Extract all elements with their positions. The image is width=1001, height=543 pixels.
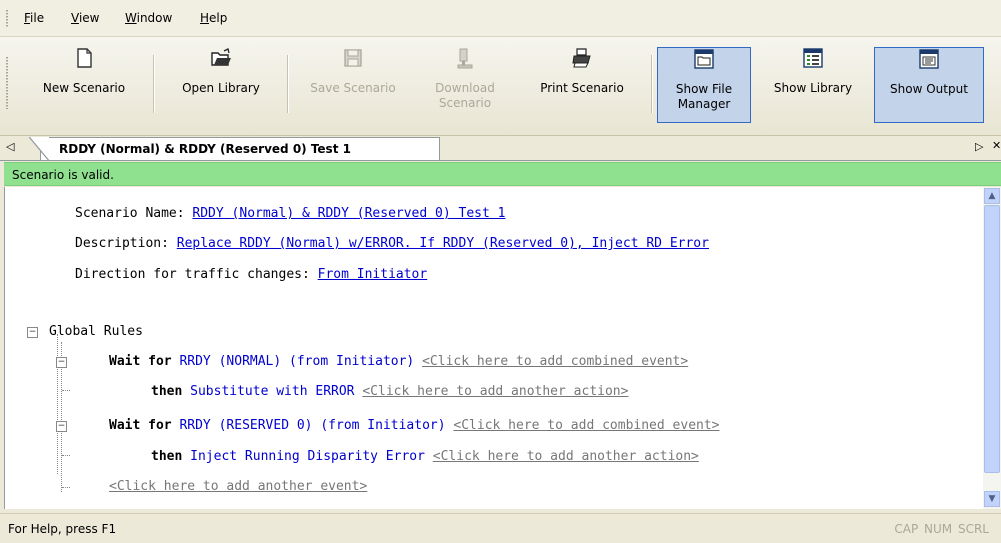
printer-icon — [571, 47, 593, 69]
save-scenario-button[interactable]: Save Scenario — [292, 47, 414, 123]
new-scenario-button[interactable]: New Scenario — [22, 47, 146, 123]
tab-strip: ◁ RDDY (Normal) & RDDY (Reserved 0) Test… — [0, 136, 1001, 161]
description-link[interactable]: Replace RDDY (Normal) w/ERROR. If RDDY (… — [177, 236, 709, 251]
global-rules-heading: Global Rules — [49, 324, 143, 339]
menu-window[interactable]: Window — [125, 11, 172, 25]
print-scenario-label: Print Scenario — [540, 81, 624, 95]
status-bar: For Help, press F1 CAP NUM SCRL — [0, 513, 1001, 543]
rule2-add-combined-event[interactable]: <Click here to add combined event> — [453, 418, 719, 433]
toolbar-separator — [651, 55, 653, 113]
new-document-icon — [73, 47, 95, 69]
save-disk-icon — [342, 47, 364, 69]
status-help-text: For Help, press F1 — [8, 522, 117, 536]
open-library-label: Open Library — [182, 81, 260, 95]
menu-help-label: elp — [209, 11, 228, 25]
open-library-button[interactable]: Open Library — [160, 47, 282, 123]
scenario-editor: Scenario Name: RDDY (Normal) & RDDY (Res… — [4, 187, 984, 509]
menu-help-hotkey: H — [200, 11, 210, 25]
menu-file-label: ile — [30, 11, 45, 25]
output-window-icon — [918, 48, 940, 70]
show-output-label: Show Output — [890, 82, 968, 96]
tab-scenario-title: RDDY (Normal) & RDDY (Reserved 0) Test 1 — [59, 142, 351, 156]
rule2-wait-for: Wait for — [109, 418, 172, 433]
scenario-name-line: Scenario Name: RDDY (Normal) & RDDY (Res… — [75, 206, 505, 221]
menu-bar: File View Window Help — [0, 0, 1001, 37]
menu-file[interactable]: File — [24, 11, 44, 25]
scroll-up-icon[interactable]: ▲ — [984, 188, 1000, 204]
rule1-add-another-action[interactable]: <Click here to add another action> — [362, 384, 628, 399]
rule2-add-another-action[interactable]: <Click here to add another action> — [433, 449, 699, 464]
description-line: Description: Replace RDDY (Normal) w/ERR… — [75, 236, 709, 251]
scroll-thumb[interactable] — [984, 205, 1000, 473]
rule2-event-link[interactable]: RRDY (RESERVED 0) (from Initiator) — [179, 418, 445, 433]
collapse-rule2-icon[interactable]: − — [56, 421, 67, 432]
direction-label: Direction for traffic changes: — [75, 267, 310, 282]
download-scenario-label-line1: Download — [435, 81, 495, 95]
rule1-add-combined-event[interactable]: <Click here to add combined event> — [422, 354, 688, 369]
add-event-line: <Click here to add another event> — [109, 479, 367, 494]
rule2-line: Wait for RRDY (RESERVED 0) (from Initiat… — [109, 418, 720, 433]
menu-view-hotkey: V — [71, 11, 79, 25]
rule1-wait-for: Wait for — [109, 354, 172, 369]
download-scenario-label-line2: Scenario — [438, 96, 492, 110]
show-library-button[interactable]: Show Library — [758, 47, 868, 123]
menu-window-label: indow — [136, 11, 173, 25]
tree-connector — [62, 455, 70, 456]
download-scenario-button[interactable]: Download Scenario — [420, 47, 510, 123]
status-indicators: CAP NUM SCRL — [894, 522, 989, 536]
add-another-event[interactable]: <Click here to add another event> — [109, 479, 367, 494]
toolbar: New Scenario Open Library Save Scenario … — [0, 37, 1001, 136]
menu-window-hotkey: W — [125, 11, 137, 25]
tree-connector — [57, 334, 58, 474]
rule1-line: Wait for RRDY (NORMAL) (from Initiator) … — [109, 354, 688, 369]
show-file-manager-button[interactable]: Show File Manager — [657, 47, 751, 123]
print-scenario-button[interactable]: Print Scenario — [518, 47, 646, 123]
rule1-action-line: then Substitute with ERROR <Click here t… — [151, 384, 628, 399]
download-icon — [454, 47, 476, 69]
menu-view[interactable]: View — [71, 11, 99, 25]
menubar-grip[interactable] — [6, 10, 9, 28]
scenario-name-label: Scenario Name: — [75, 206, 185, 221]
show-file-manager-label-line2: Manager — [677, 97, 731, 111]
collapse-rule1-icon[interactable]: − — [56, 357, 67, 368]
rule2-action-link[interactable]: Inject Running Disparity Error — [190, 449, 425, 464]
scroll-down-icon[interactable]: ▼ — [984, 491, 1000, 507]
new-scenario-label: New Scenario — [42, 81, 126, 95]
rule1-event-link[interactable]: RRDY (NORMAL) (from Initiator) — [179, 354, 414, 369]
direction-link[interactable]: From Initiator — [318, 267, 428, 282]
tab-scroll-left-icon[interactable]: ◁ — [6, 140, 14, 153]
menu-help[interactable]: Help — [200, 11, 227, 25]
toolbar-separator — [287, 55, 289, 113]
validation-message: Scenario is valid. — [12, 168, 114, 182]
tab-close-icon[interactable]: ✕ — [992, 139, 1001, 152]
direction-line: Direction for traffic changes: From Init… — [75, 267, 427, 282]
toolbar-separator — [153, 55, 155, 113]
show-output-button[interactable]: Show Output — [874, 47, 984, 123]
description-label: Description: — [75, 236, 169, 251]
collapse-global-rules-icon[interactable]: − — [27, 327, 38, 338]
tree-connector — [62, 390, 70, 391]
tree-connector — [62, 487, 70, 488]
menu-view-label: iew — [78, 11, 100, 25]
tab-scroll-right-icon[interactable]: ▷ — [975, 140, 983, 153]
vertical-scrollbar[interactable]: ▲ ▼ — [983, 187, 1001, 509]
file-manager-icon — [693, 48, 715, 70]
show-library-label: Show Library — [773, 81, 853, 95]
validation-banner: Scenario is valid. — [4, 162, 1001, 186]
scenario-name-link[interactable]: RDDY (Normal) & RDDY (Reserved 0) Test 1 — [192, 206, 505, 221]
toolbar-grip[interactable] — [6, 57, 9, 109]
rule1-then: then — [151, 384, 183, 399]
rule2-then: then — [151, 449, 183, 464]
open-folder-icon — [210, 47, 232, 69]
save-scenario-label: Save Scenario — [310, 81, 396, 95]
rule1-action-link[interactable]: Substitute with ERROR — [190, 384, 354, 399]
show-file-manager-label-line1: Show File — [675, 82, 733, 96]
tab-scenario[interactable]: RDDY (Normal) & RDDY (Reserved 0) Test 1 — [29, 137, 440, 161]
rule2-action-line: then Inject Running Disparity Error <Cli… — [151, 449, 699, 464]
library-list-icon — [802, 47, 824, 69]
